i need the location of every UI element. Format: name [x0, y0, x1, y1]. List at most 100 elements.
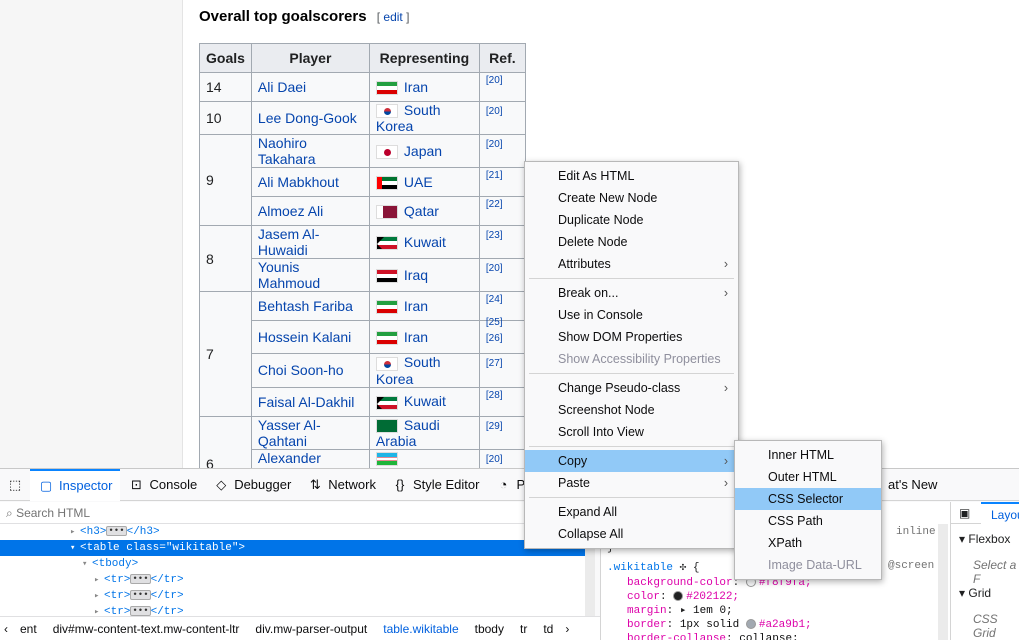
menu-item-create-new-node[interactable]: Create New Node [525, 187, 738, 209]
player-link[interactable]: Younis Mahmoud [258, 259, 320, 291]
player-link[interactable]: Alexander Geynrikh [258, 450, 321, 468]
goals-cell: 14 [199, 72, 252, 102]
ref-link[interactable]: [29] [486, 421, 503, 432]
breadcrumb-item[interactable]: tr [512, 622, 535, 636]
menu-item-copy[interactable]: Copy › [525, 450, 738, 472]
ref-link[interactable]: [20] [486, 454, 503, 465]
menu-item-paste[interactable]: Paste › [525, 472, 738, 494]
player-link[interactable]: Jasem Al-Huwaidi [258, 226, 319, 258]
ref-link[interactable]: [20] [486, 106, 503, 117]
goals-cell: 7 [199, 291, 252, 417]
flexbox-hint: Select a F [973, 558, 1017, 586]
player-link[interactable]: Naohiro Takahara [258, 135, 316, 167]
tab-network[interactable]: ⇅ Network [299, 469, 384, 501]
edit-link[interactable]: edit [383, 10, 402, 24]
markup-view: ▸ <h3> ••• </h3> ▾ <table class="wikitable">… [0, 524, 585, 618]
player-link[interactable]: Yasser Al-Qahtani [258, 417, 321, 449]
player-link[interactable]: Hossein Kalani [258, 329, 351, 345]
breadcrumb-item[interactable]: tbody [467, 622, 512, 636]
tab-layout[interactable]: Layou [981, 502, 1019, 524]
country-link[interactable]: Japan [404, 143, 442, 159]
menu-item-css-path[interactable]: CSS Path [735, 510, 881, 532]
menu-item-expand-all[interactable]: Expand All [525, 501, 738, 523]
style-editor-icon: {} [395, 477, 405, 492]
breadcrumb-item[interactable]: table.wikitable [375, 622, 466, 636]
menu-item-edit-as-html[interactable]: Edit As HTML [525, 165, 738, 187]
country-link[interactable]: Iran [404, 79, 428, 95]
country-link[interactable]: Kuwait [404, 234, 446, 250]
country-link[interactable]: Iran [404, 298, 428, 314]
markup-tr[interactable]: ▸ <tr> ••• </tr> [0, 572, 585, 588]
player-link[interactable]: Ali Daei [258, 79, 306, 95]
player-link[interactable]: Choi Soon-ho [258, 362, 344, 378]
menu-item-screenshot-node[interactable]: Screenshot Node [525, 399, 738, 421]
country-link[interactable]: Iraq [404, 267, 428, 283]
grid-section[interactable]: ▾ Grid [959, 586, 991, 600]
console-icon: ⊡ [131, 476, 142, 492]
css-declaration[interactable]: margin: ▸ 1em 0; [607, 604, 812, 618]
breadcrumb-item[interactable]: div.mw-parser-output [247, 622, 375, 636]
player-link[interactable]: Faisal Al-Dakhil [258, 394, 354, 410]
markup-h3[interactable]: ▸ <h3> ••• </h3> [0, 524, 585, 540]
ref-cell: [22] [478, 196, 526, 227]
country-link[interactable]: Kuwait [404, 393, 446, 409]
tab-style-editor[interactable]: {} Style Editor [384, 469, 487, 501]
css-declaration[interactable]: border: 1px solid #a2a9b1; [607, 618, 812, 632]
country-link[interactable]: UAE [404, 174, 433, 190]
color-swatch[interactable] [745, 619, 756, 630]
ref-link[interactable]: [20] [486, 75, 503, 86]
breadcrumb-item[interactable]: ent [12, 622, 45, 636]
menu-item-break-on[interactable]: Break on... › [525, 282, 738, 304]
ref-link[interactable]: [27] [486, 358, 503, 369]
ref-link[interactable]: [21] [486, 170, 503, 181]
ref-link[interactable]: [23] [486, 230, 503, 241]
sidebar-toggle-icon[interactable]: ▣ [959, 506, 970, 520]
menu-item-outer-html[interactable]: Outer HTML [735, 466, 881, 488]
menu-item-change-pseudo-class[interactable]: Change Pseudo-class › [525, 377, 738, 399]
rule-source[interactable]: @screen [888, 560, 934, 572]
ref-link[interactable]: [22] [486, 199, 503, 210]
chevron-right-icon[interactable]: › [561, 622, 573, 636]
menu-item-xpath[interactable]: XPath [735, 532, 881, 554]
player-link[interactable]: Lee Dong-Gook [258, 110, 357, 126]
country-link[interactable]: Qatar [404, 203, 439, 219]
menu-item-duplicate-node[interactable]: Duplicate Node [525, 209, 738, 231]
ref-link[interactable]: [20] [486, 263, 503, 274]
player-link[interactable]: Behtash Fariba [258, 298, 353, 314]
player-cell: Jasem Al-Huwaidi [250, 225, 370, 260]
breadcrumb-item[interactable]: td [535, 622, 561, 636]
ref-link[interactable]: [20] [486, 139, 503, 150]
color-swatch[interactable] [673, 591, 684, 602]
player-link[interactable]: Ali Mabkhout [258, 174, 339, 190]
menu-item-show-dom-properties[interactable]: Show DOM Properties [525, 326, 738, 348]
flag-icon [375, 331, 398, 346]
css-declaration[interactable]: color: #202122; [607, 590, 812, 604]
menu-item-css-selector[interactable]: CSS Selector [735, 488, 881, 510]
menu-item-collapse-all[interactable]: Collapse All [525, 523, 738, 545]
menu-item-image-data-url: Image Data-URL [768, 558, 862, 572]
tab-console[interactable]: ⊡ Console [120, 469, 205, 501]
tab-inspector[interactable]: ▢ Inspector [30, 468, 121, 501]
ref-link[interactable]: [24] [486, 294, 503, 305]
flexbox-section[interactable]: ▾ Flexbox [959, 532, 1010, 546]
ref-link[interactable]: [25][26] [486, 317, 503, 344]
whats-new-tab[interactable]: at's New [880, 469, 945, 501]
debugger-icon: ◇ [216, 476, 227, 492]
player-link[interactable]: Almoez Ali [258, 203, 323, 219]
markup-tr[interactable]: ▸ <tr> ••• </tr> [0, 588, 585, 604]
markup-tbody[interactable]: ▾ <tbody> [0, 556, 585, 572]
menu-item-inner-html[interactable]: Inner HTML [735, 444, 881, 466]
menu-item-use-in-console[interactable]: Use in Console [525, 304, 738, 326]
search-html-input[interactable]: ⌕ Search HTML [0, 502, 600, 524]
menu-item-delete-node[interactable]: Delete Node [525, 231, 738, 253]
breadcrumb-item[interactable]: div#mw-content-text.mw-content-ltr [45, 622, 248, 636]
chevron-left-icon[interactable]: ‹ [0, 622, 12, 636]
rules-scrollbar[interactable] [938, 524, 948, 640]
menu-item-attributes[interactable]: Attributes › [525, 253, 738, 275]
ref-link[interactable]: [28] [486, 390, 503, 401]
element-picker-icon[interactable]: ⬚ [0, 469, 30, 501]
menu-item-scroll-into-view[interactable]: Scroll Into View [525, 421, 738, 443]
tab-debugger[interactable]: ◇ Debugger [205, 469, 299, 501]
country-link[interactable]: Iran [404, 329, 428, 345]
markup-table-selected[interactable]: ▾ <table class="wikitable"> [0, 540, 585, 556]
